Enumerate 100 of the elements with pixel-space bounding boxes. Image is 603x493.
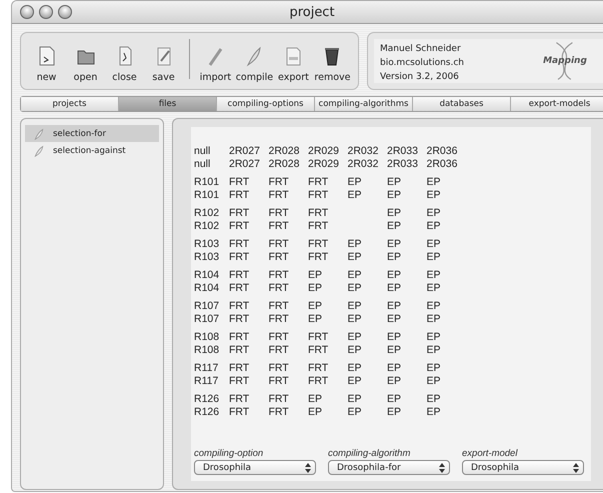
table-cell-text: FRT: [308, 331, 330, 344]
table-cell-text: R104: [194, 269, 220, 282]
table-cell-text: EP: [387, 220, 402, 232]
table-cell-text: EP: [348, 393, 363, 406]
close-window-button[interactable]: [20, 5, 34, 19]
table-cell-text: EP: [426, 176, 442, 188]
table-cell-text: FRT: [268, 207, 290, 220]
table-cell-text: R104: [194, 282, 220, 294]
table-cell-text: 2R033: [387, 145, 419, 158]
table-cell-text: FRT: [308, 188, 330, 201]
tab[interactable]: projects: [21, 97, 119, 111]
table-cell-text: EP: [426, 406, 442, 418]
table-cell-text: EP: [426, 282, 442, 294]
table-cell-text: R101: [194, 188, 220, 201]
table-cell-text: EP: [348, 362, 363, 374]
table-cell-text: FRT: [229, 269, 250, 282]
stepper-arrows-icon: [572, 462, 580, 474]
table-cell-text: FRT: [268, 374, 290, 387]
dropdown[interactable]: Drosophila: [462, 460, 584, 475]
table-cell-text: EP: [387, 344, 402, 356]
zoom-window-button[interactable]: [58, 5, 72, 19]
minimize-window-button[interactable]: [39, 5, 53, 19]
table-cell-text: FRT: [229, 312, 250, 325]
dropdown[interactable]: Drosophila: [194, 460, 316, 475]
table-cell-text: EP: [426, 250, 442, 263]
table-cell-text: EP: [308, 282, 324, 294]
table-cell-text: R103: [194, 250, 220, 263]
table-cell-text: R126: [194, 406, 220, 418]
table-cell-text: EP: [387, 312, 402, 325]
table-cell-text: EP: [426, 220, 442, 232]
tab[interactable]: export-models: [511, 97, 603, 111]
table-cell-text: EP: [426, 393, 442, 406]
table-cell-text: 2R029: [308, 145, 340, 158]
table-cell-text: FRT: [229, 220, 250, 232]
table-cell-text: FRT: [308, 344, 330, 356]
table-cell-text: EP: [387, 188, 402, 201]
table-cell-text: EP: [426, 300, 442, 312]
compile-button[interactable]: compile: [234, 45, 274, 83]
export-button[interactable]: export: [274, 45, 313, 83]
table-cell-text: EP: [348, 250, 363, 263]
table-cell-text: FRT: [268, 312, 290, 325]
table-cell-text: FRT: [308, 238, 330, 250]
tab[interactable]: files: [119, 97, 217, 111]
new-button[interactable]: new: [27, 45, 66, 83]
table-cell-text: 2R027: [229, 158, 261, 170]
tab[interactable]: compiling-algorithms: [315, 97, 413, 111]
table-cell-text: FRT: [308, 374, 330, 387]
table-cell-text: FRT: [308, 176, 330, 188]
field-label: export-model: [462, 448, 519, 459]
table-cell-text: FRT: [308, 250, 330, 263]
stepper-arrows-icon: [304, 462, 312, 474]
table-cell-text: EP: [308, 393, 324, 406]
table-cell-text: R117: [194, 362, 220, 374]
table-cell-text: EP: [387, 250, 402, 263]
table-cell-text: EP: [387, 207, 402, 220]
table-cell-text: EP: [308, 269, 324, 282]
table-cell-text: 2R033: [387, 158, 419, 170]
table-cell-text: 2R028: [268, 145, 300, 158]
dropdown[interactable]: Drosophila-for: [328, 460, 450, 475]
table-cell-text: EP: [387, 238, 402, 250]
table-cell-text: EP: [308, 312, 324, 325]
table-cell-text: FRT: [229, 406, 250, 418]
table-cell-text: FRT: [229, 250, 250, 263]
table-cell-text: FRT: [229, 362, 250, 374]
table-cell-text: R107: [194, 300, 220, 312]
table-cell-text: FRT: [308, 207, 330, 220]
field-label: compiling-option: [194, 448, 264, 459]
table-cell-text: EP: [348, 176, 363, 188]
window-title: project: [288, 4, 336, 20]
open-button[interactable]: open: [66, 45, 106, 83]
table-cell-text: EP: [348, 312, 363, 325]
table-cell-text: EP: [387, 406, 402, 418]
table-cell-text: FRT: [268, 362, 290, 374]
table-cell-text: 2R029: [308, 158, 340, 170]
sidebar-item[interactable]: selection-against: [25, 142, 159, 159]
info-text: bio.mcsolutions.ch: [380, 57, 465, 70]
table-cell-text: FRT: [268, 393, 290, 406]
table-cell-text: EP: [348, 282, 363, 294]
table-cell-text: R102: [194, 207, 220, 220]
table-cell-text: FRT: [229, 207, 250, 220]
close-button[interactable]: close: [105, 45, 144, 83]
remove-button[interactable]: remove: [312, 45, 352, 83]
tab[interactable]: databases: [413, 97, 511, 111]
table-cell-text: EP: [426, 238, 442, 250]
table-cell-text: FRT: [229, 176, 250, 188]
table-cell-text: EP: [426, 207, 442, 220]
table-cell-text: EP: [308, 300, 324, 312]
tab[interactable]: compiling-options: [217, 97, 315, 111]
sidebar-item[interactable]: selection-for: [25, 125, 159, 142]
table-cell-text: EP: [348, 374, 363, 387]
table-cell-text: EP: [348, 269, 363, 282]
table-cell-text: FRT: [229, 282, 250, 294]
feather-icon: [33, 128, 45, 140]
save-button[interactable]: save: [144, 45, 184, 83]
table-cell-text: null: [194, 145, 212, 158]
table-cell-text: FRT: [268, 188, 290, 201]
table-cell-text: 2R027: [229, 145, 261, 158]
import-button[interactable]: import: [196, 45, 235, 83]
table-cell-text: R108: [194, 331, 220, 344]
table-cell-text: EP: [387, 362, 402, 374]
